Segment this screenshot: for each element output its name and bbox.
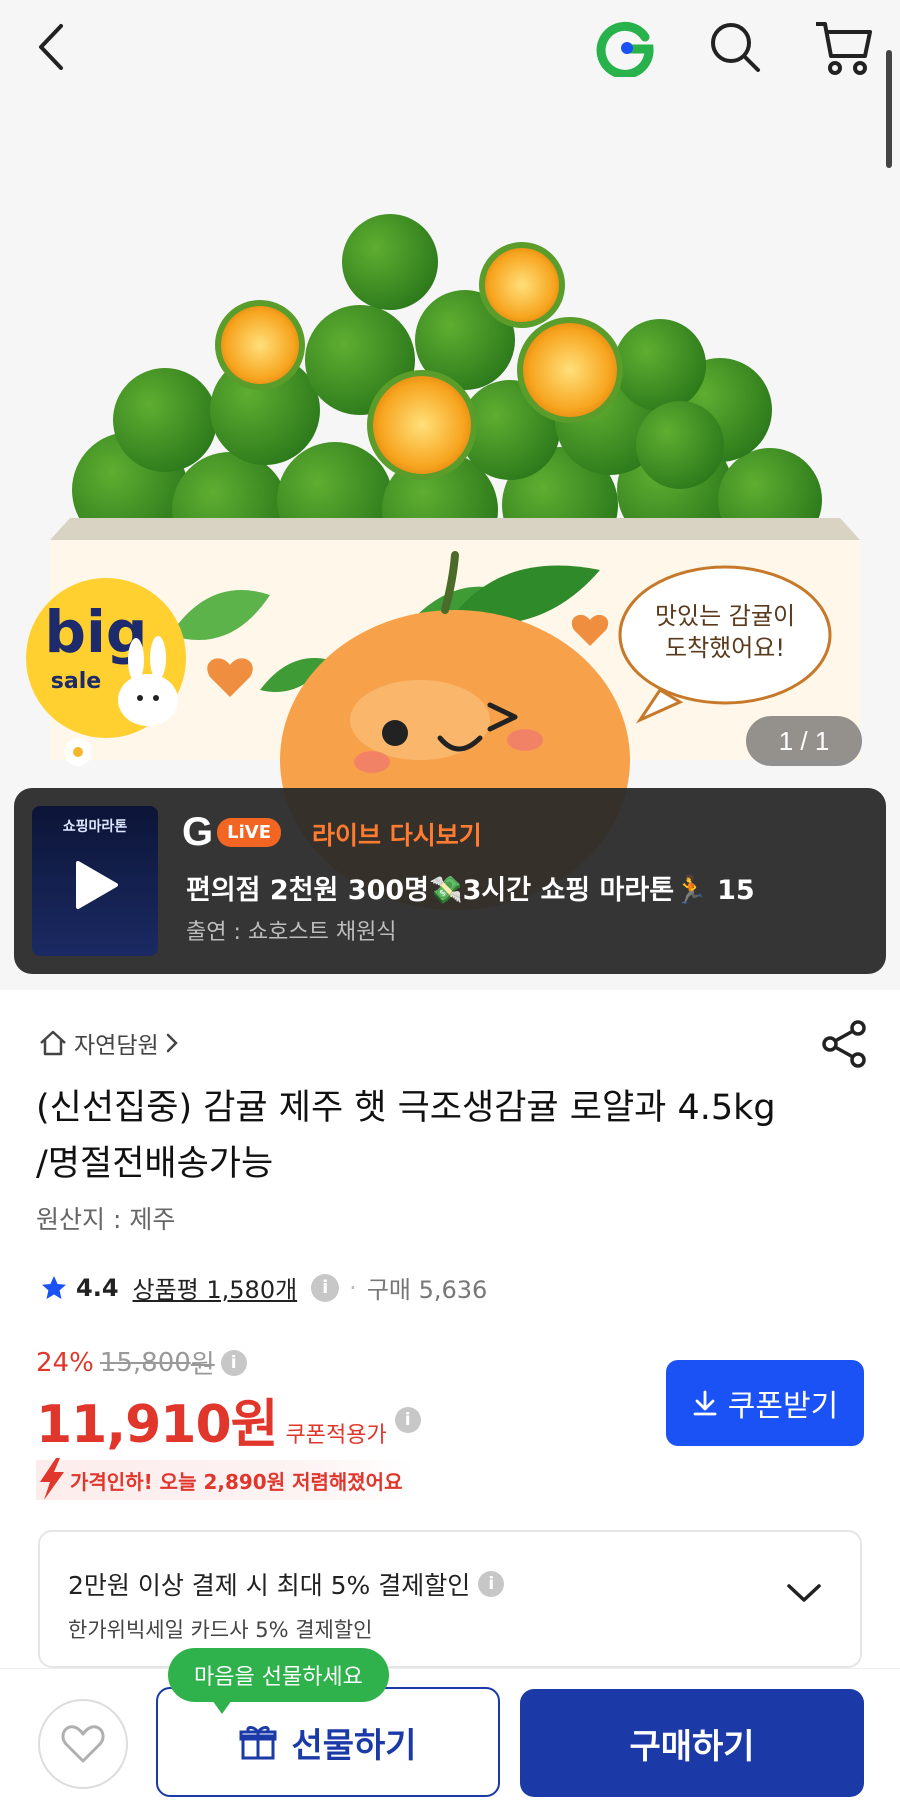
rating-score: 4.4 <box>76 1273 119 1302</box>
live-host: 출연 : 쇼호스트 채원식 <box>186 920 397 945</box>
original-price-unit: 원 <box>190 1350 215 1380</box>
box-speech-line1: 맛있는 감귤이 <box>655 602 795 630</box>
separator-dot: · <box>349 1273 357 1302</box>
price-drop-bolt-icon <box>40 1458 64 1500</box>
home-icon <box>40 1030 66 1056</box>
coupon-download-button[interactable]: 쿠폰받기 <box>666 1360 864 1446</box>
cart-icon[interactable] <box>808 12 878 82</box>
rating-row: 4.4 상품평 1,580개 i · 구매 5,636 <box>40 1270 487 1305</box>
wishlist-button[interactable] <box>38 1699 128 1789</box>
gift-button-label: 선물하기 <box>291 1725 417 1766</box>
coupon-applied-label: 쿠폰적용가 <box>285 1423 387 1448</box>
top-navigation-bar <box>0 0 900 100</box>
discount-row: 24% 15,800 원 i <box>36 1344 247 1381</box>
card-discount-info-icon[interactable]: i <box>478 1571 505 1597</box>
bottom-action-bar: 선물하기 구매하기 <box>0 1668 900 1816</box>
price-row: 11,910원 쿠폰적용가 i <box>36 1382 421 1457</box>
live-replay-card[interactable]: 쇼핑마라톤 G LiVE 라이브 다시보기 편의점 2천원 300명💸3시간 쇼… <box>14 788 886 974</box>
purchase-count: 구매 5,636 <box>366 1276 488 1304</box>
gift-icon <box>239 1726 277 1760</box>
card-discount-panel[interactable]: 2만원 이상 결제 시 최대 5% 결제할인 i 한가위빅세일 카드사 5% 결… <box>38 1530 862 1668</box>
badge-sale: sale <box>51 669 101 694</box>
card-discount-main: 2만원 이상 결제 시 최대 5% 결제할인 i <box>68 1566 505 1602</box>
chevron-down-icon[interactable] <box>786 1582 822 1604</box>
star-icon <box>42 1275 66 1299</box>
reviews-link[interactable]: 상품평 1,580개 <box>133 1270 298 1305</box>
card-discount-title: 2만원 이상 결제 시 최대 5% 결제할인 <box>68 1571 471 1600</box>
g-logo-icon[interactable] <box>590 12 660 82</box>
live-replay-label: 라이브 다시보기 <box>312 821 482 850</box>
price-drop-text: 가격인하! 오늘 2,890원 저렴해졌어요 <box>70 1469 403 1494</box>
heart-icon <box>61 1725 105 1763</box>
gift-tooltip-bubble: 마음을 선물하세요 <box>168 1648 389 1714</box>
coupon-button-label: 쿠폰받기 <box>727 1389 839 1424</box>
gift-button[interactable]: 선물하기 <box>156 1687 500 1797</box>
product-title: (신선집중) 감귤 제주 햇 극조생감귤 로얄과 4.5kg /명절전배송가능 <box>36 1088 776 1184</box>
glive-logo: G LiVE <box>182 812 281 852</box>
info-icon[interactable]: i <box>311 1273 340 1302</box>
price-info-icon[interactable]: i <box>220 1349 247 1376</box>
discount-percent: 24% <box>36 1347 94 1378</box>
product-origin: 원산지 : 제주 <box>36 1205 176 1234</box>
box-speech-line2: 도착했어요! <box>665 634 785 662</box>
glive-logo-g: G <box>182 810 214 854</box>
scrollbar[interactable] <box>886 50 892 168</box>
back-icon[interactable] <box>18 12 88 82</box>
card-discount-sub: 한가위빅세일 카드사 5% 결제할인 <box>68 1618 373 1642</box>
price-drop-banner: 가격인하! 오늘 2,890원 저렴해졌어요 <box>36 1458 415 1500</box>
live-thumbnail-title: 쇼핑마라톤 <box>62 819 128 835</box>
chevron-right-icon <box>166 1033 178 1053</box>
buy-button[interactable]: 구매하기 <box>520 1689 864 1797</box>
store-name: 자연담원 <box>74 1033 159 1059</box>
download-icon <box>693 1390 717 1416</box>
store-link[interactable]: 자연담원 <box>38 1026 179 1060</box>
play-icon <box>76 861 118 909</box>
search-icon[interactable] <box>700 12 770 82</box>
original-price: 15,800 <box>99 1347 191 1378</box>
image-counter: 1 / 1 <box>746 716 862 766</box>
live-title: 편의점 2천원 300명💸3시간 쇼핑 마라톤🏃 15 <box>186 875 755 906</box>
glive-logo-pill: LiVE <box>217 817 281 847</box>
share-icon[interactable] <box>818 1018 870 1070</box>
sale-price: 11,910원 <box>36 1395 279 1455</box>
coupon-info-icon[interactable]: i <box>394 1406 421 1433</box>
live-thumbnail[interactable]: 쇼핑마라톤 <box>32 806 158 956</box>
